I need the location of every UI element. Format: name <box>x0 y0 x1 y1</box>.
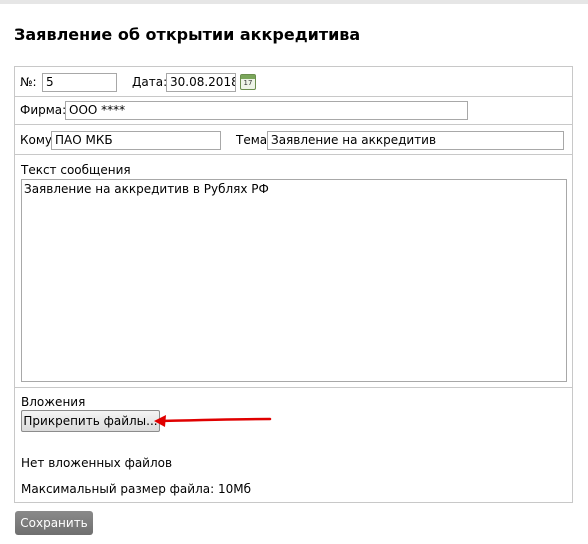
red-arrow-annotation <box>154 415 272 427</box>
